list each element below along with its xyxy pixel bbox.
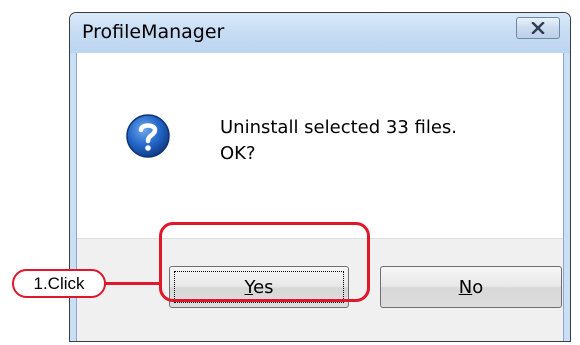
callout-connector: [104, 282, 160, 285]
message-line-2: OK?: [220, 143, 256, 164]
message-text: Uninstall selected 33 files. OK?: [220, 115, 457, 167]
title-bar[interactable]: ProfileManager: [70, 13, 570, 53]
close-button[interactable]: [516, 17, 560, 39]
no-button-label: No: [458, 276, 484, 298]
screenshot: ProfileManager Uninstall selected 33 fil…: [0, 0, 580, 345]
message-line-1: Uninstall selected 33 files.: [220, 117, 458, 138]
callout-label: 1.Click: [12, 269, 106, 298]
question-icon: [125, 113, 171, 159]
close-icon: [531, 19, 545, 38]
no-button[interactable]: No: [380, 266, 562, 308]
window-title: ProfileManager: [82, 21, 225, 43]
click-highlight: [159, 222, 370, 302]
